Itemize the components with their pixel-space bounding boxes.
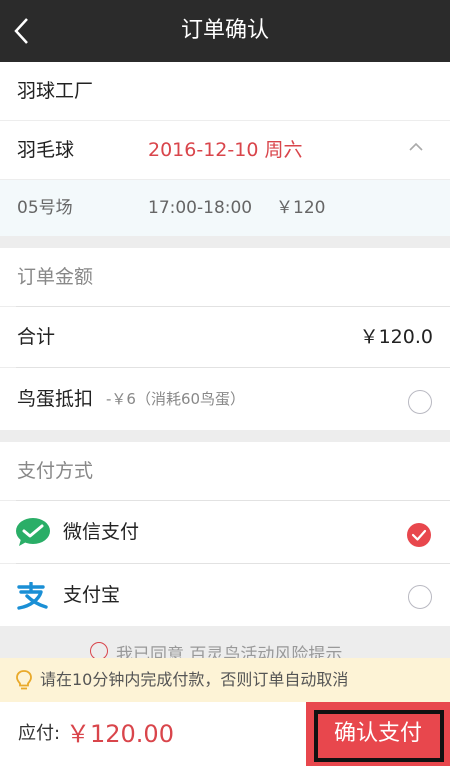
time-range: 17:00-18:00 <box>148 198 253 218</box>
venue-name: 羽球工厂 <box>17 80 94 102</box>
booking-summary-row[interactable]: 羽毛球 2016-12-10 周六 <box>0 121 450 179</box>
notice-text: 请在10分钟内完成付款，否则订单自动取消 <box>40 670 349 689</box>
agreement-row[interactable]: 我已同意 百灵鸟活动风险提示 <box>0 626 450 658</box>
confirm-pay-label: 确认支付 <box>333 721 422 746</box>
alipay-label: 支付宝 <box>63 584 121 606</box>
egg-discount-note: -￥6（消耗60鸟蛋） <box>106 390 246 408</box>
payment-method-alipay[interactable]: 支付宝 <box>0 564 450 626</box>
court-name: 05号场 <box>17 198 73 218</box>
egg-discount-row[interactable]: 鸟蛋抵扣 -￥6（消耗60鸟蛋） <box>0 368 450 430</box>
alipay-radio[interactable] <box>408 585 432 609</box>
payment-section-header: 支付方式 <box>0 442 450 500</box>
egg-discount-label: 鸟蛋抵扣 <box>17 388 94 410</box>
wechat-label: 微信支付 <box>63 521 140 543</box>
amount-due-value: ￥120.00 <box>66 720 174 748</box>
page-title: 订单确认 <box>180 18 269 43</box>
agreement-text: 我已同意 百灵鸟活动风险提示 <box>116 645 343 658</box>
slot-price: ￥120 <box>276 198 326 218</box>
amount-due-label: 应付: <box>18 723 61 744</box>
payment-section-title: 支付方式 <box>17 460 94 482</box>
amount-section-title: 订单金额 <box>17 266 94 288</box>
lightbulb-icon <box>16 670 32 690</box>
alipay-icon <box>17 582 48 610</box>
amount-section-header: 订单金额 <box>0 248 450 306</box>
booking-date: 2016-12-10 周六 <box>148 139 303 161</box>
wechat-icon <box>16 518 50 546</box>
total-row: 合计 ￥120.0 <box>0 307 450 367</box>
total-label: 合计 <box>17 326 56 348</box>
timeout-notice: 请在10分钟内完成付款，否则订单自动取消 <box>0 658 450 702</box>
venue-row: 羽球工厂 <box>0 62 450 120</box>
booking-slot-row: 05号场 17:00-18:00 ￥120 <box>0 180 450 236</box>
confirm-pay-button[interactable]: 确认支付 <box>306 702 450 766</box>
total-value: ￥120.0 <box>359 326 433 348</box>
payment-method-wechat[interactable]: 微信支付 <box>0 501 450 563</box>
chevron-up-icon[interactable] <box>408 141 424 153</box>
header-bar: 订单确认 <box>0 0 450 62</box>
checked-radio-icon[interactable] <box>406 522 432 548</box>
egg-discount-radio[interactable] <box>408 390 432 414</box>
sport-name: 羽毛球 <box>17 139 75 161</box>
agreement-checkbox[interactable] <box>90 642 108 658</box>
